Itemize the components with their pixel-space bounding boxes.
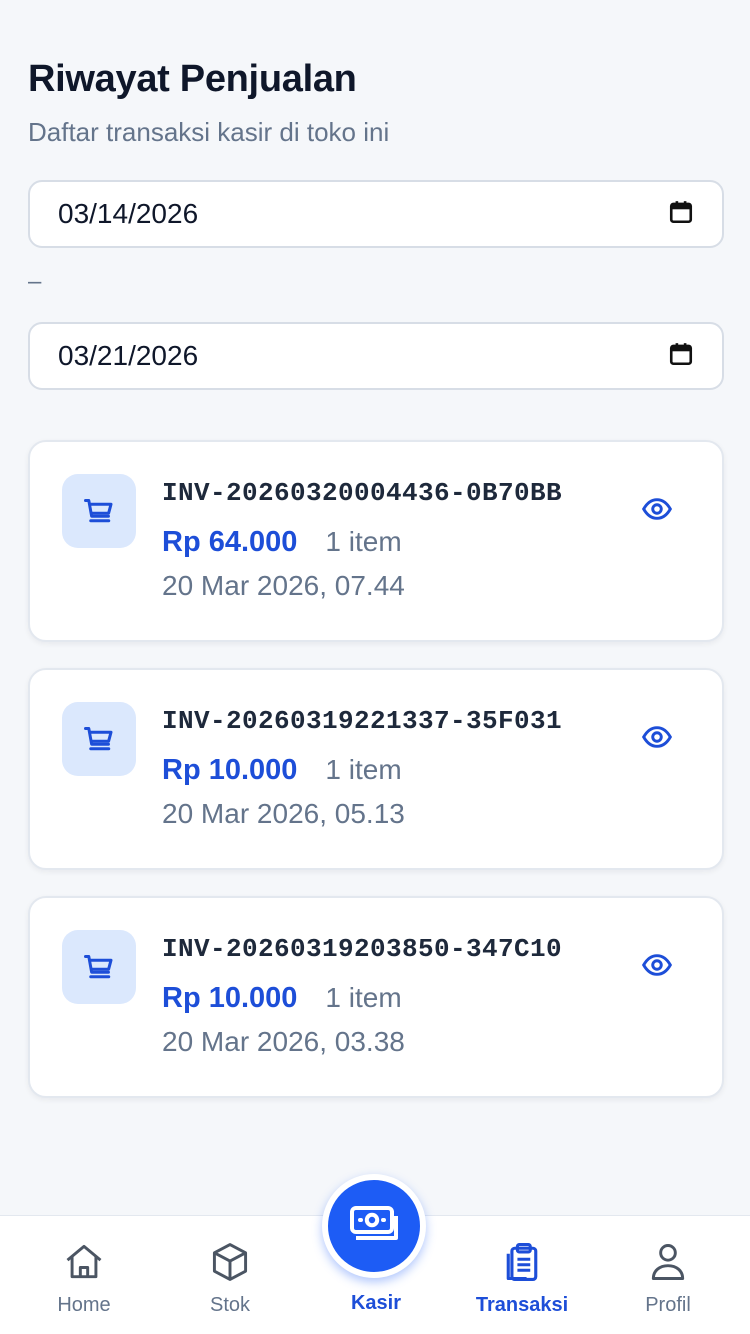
amount-value: Rp 64.000 xyxy=(162,526,298,558)
box-icon xyxy=(208,1238,252,1286)
page-title: Riwayat Penjualan xyxy=(28,58,357,100)
date-range-separator: – xyxy=(28,268,42,295)
page-subtitle: Daftar transaksi kasir di toko ini xyxy=(28,117,390,147)
nav-label-profil: Profil xyxy=(645,1294,691,1316)
cart-icon xyxy=(62,930,136,1004)
transaction-amount: Rp 10.000 1 item xyxy=(162,754,402,787)
transaction-card[interactable]: INV-20260319203850-347C10 Rp 10.000 1 ite… xyxy=(28,896,724,1098)
nav-label-home: Home xyxy=(57,1294,111,1316)
kasir-fab-button[interactable] xyxy=(322,1174,426,1278)
date-to-input[interactable]: 03/21/2026 xyxy=(28,322,724,390)
transaction-card[interactable]: INV-20260320004436-0B70BB Rp 64.000 1 ite… xyxy=(28,440,724,642)
item-count: 1 item xyxy=(325,526,402,557)
transaction-card[interactable]: INV-20260319221337-35F031 Rp 10.000 1 ite… xyxy=(28,668,724,870)
calendar-icon[interactable] xyxy=(668,341,694,372)
invoice-number: INV-20260320004436-0B70BB xyxy=(162,478,563,508)
view-detail-eye-icon[interactable] xyxy=(640,492,674,526)
date-from-value: 03/14/2026 xyxy=(58,198,199,229)
transaction-datetime: 20 Mar 2026, 03.38 xyxy=(162,1026,405,1057)
invoice-number: INV-20260319203850-347C10 xyxy=(162,934,563,964)
amount-value: Rp 10.000 xyxy=(162,754,298,786)
amount-value: Rp 10.000 xyxy=(162,982,298,1014)
nav-item-home[interactable]: Home xyxy=(24,1216,144,1334)
transaction-amount: Rp 64.000 1 item xyxy=(162,526,402,559)
cart-icon xyxy=(62,702,136,776)
home-icon xyxy=(62,1238,106,1286)
nav-item-transaksi[interactable]: Transaksi xyxy=(462,1216,582,1334)
nav-label-stok: Stok xyxy=(209,1294,251,1316)
date-to-value: 03/21/2026 xyxy=(58,340,199,371)
cash-register-icon xyxy=(348,1202,400,1251)
cart-icon xyxy=(62,474,136,548)
calendar-icon[interactable] xyxy=(668,199,694,230)
nav-item-profil[interactable]: Profil xyxy=(608,1216,728,1334)
date-from-input[interactable]: 03/14/2026 xyxy=(28,180,724,248)
transaction-datetime: 20 Mar 2026, 07.44 xyxy=(162,570,405,601)
nav-item-stok[interactable]: Stok xyxy=(170,1216,290,1334)
transaction-datetime: 20 Mar 2026, 05.13 xyxy=(162,798,405,829)
item-count: 1 item xyxy=(325,754,402,785)
transaction-amount: Rp 10.000 1 item xyxy=(162,982,402,1015)
user-icon xyxy=(646,1238,690,1286)
view-detail-eye-icon[interactable] xyxy=(640,948,674,982)
nav-label-transaksi: Transaksi xyxy=(475,1294,569,1316)
view-detail-eye-icon[interactable] xyxy=(640,720,674,754)
invoice-number: INV-20260319221337-35F031 xyxy=(162,706,563,736)
nav-label-kasir: Kasir xyxy=(350,1292,402,1314)
item-count: 1 item xyxy=(325,982,402,1013)
clipboard-list-icon xyxy=(500,1238,544,1286)
